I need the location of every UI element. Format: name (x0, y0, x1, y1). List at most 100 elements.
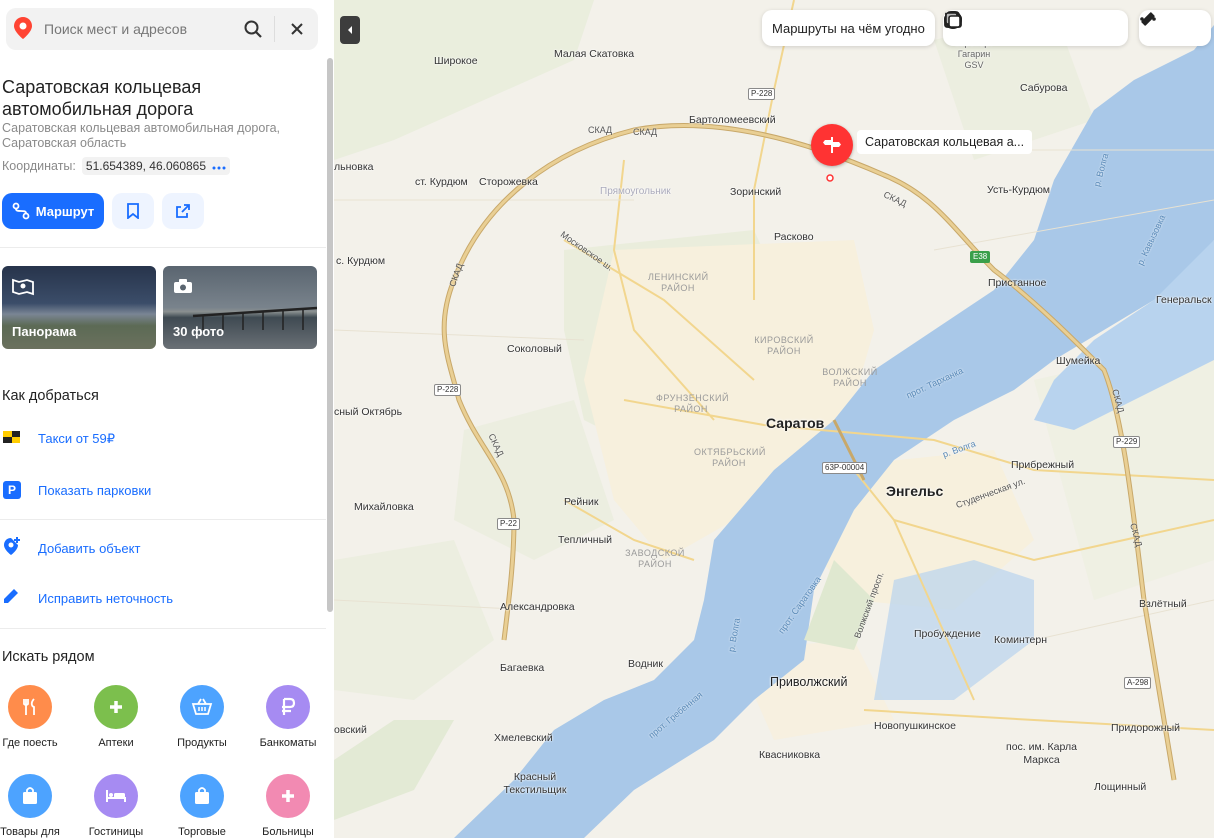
map-label-khmelevskiy: Хмелевский (494, 732, 553, 744)
map-label-pryamougolnik: Прямоугольник (600, 186, 671, 197)
map-label-bagaevka: Багаевка (500, 662, 545, 674)
map-label-kvasnikovka: Квасниковка (759, 749, 821, 761)
place-address: Саратовская кольцевая автомобильная доро… (2, 121, 281, 150)
nearby-pharmacy[interactable]: Аптеки (74, 685, 158, 750)
photos-thumbnail[interactable]: 30 фото (163, 266, 317, 349)
parking-link[interactable]: P Показать парковки (2, 478, 151, 502)
coordinates-value-box[interactable]: 51.654389, 46.060865 (81, 157, 231, 175)
map-label-ust-kurdyum: Усть-Курдюм (987, 184, 1050, 196)
search-divider (274, 16, 275, 42)
taxi-link[interactable]: Такси от 59₽ (2, 427, 115, 452)
place-title: Саратовская кольцевая автомобильная доро… (2, 77, 202, 119)
map-label-teplichny: Тепличный (558, 534, 613, 546)
road-shield-p22: Р-22 (497, 518, 520, 530)
map-label-saburova: Сабурова (1020, 82, 1068, 94)
yandex-maps-app: Широкое Малая Скатовка Бартоломеевский З… (0, 0, 1214, 838)
nearby-hotels[interactable]: Гостиницы (74, 774, 158, 838)
fix-error-label: Исправить неточность (38, 590, 173, 606)
chevron-left-icon (348, 26, 352, 34)
road-skad-1: СКАД (588, 125, 613, 135)
map-label-s-kurdyum: с. Курдюм (336, 255, 386, 267)
bed-icon (94, 774, 138, 818)
route-button[interactable]: Маршрут (2, 193, 104, 229)
add-object-link[interactable]: Добавить объект (2, 536, 140, 561)
taxi-label: Такси от 59₽ (38, 431, 116, 446)
search-box (6, 8, 318, 50)
collapse-sidebar-button[interactable] (340, 16, 360, 44)
shopping-bag-icon (8, 774, 52, 818)
nearby-groceries[interactable]: Продукты (160, 685, 244, 750)
map-label-raskovo: Расково (774, 231, 814, 243)
map-district-kirovskiy: КИРОВСКИЙ РАЙОН (754, 335, 814, 356)
route-icon (12, 202, 30, 220)
share-button[interactable] (162, 193, 204, 229)
fix-error-link[interactable]: Исправить неточность (2, 586, 173, 610)
road-shield-e38: E38 (970, 251, 991, 263)
map-label-karla-marksa: пос. им. Карла Маркса (1006, 741, 1077, 766)
map-label-pridorozhny: Придорожный (1111, 722, 1181, 734)
photos-label: 30 фото (173, 324, 225, 339)
map-label-sokolovy: Соколовый (507, 343, 562, 355)
map-district-oktyabrskiy: ОКТЯБРЬСКИЙ РАЙОН (694, 447, 766, 468)
nearby-food[interactable]: Где поесть (0, 685, 72, 750)
panorama-label: Панорама (12, 324, 77, 339)
map-city-saratov: Саратов (766, 415, 825, 431)
taxi-icon (2, 427, 22, 452)
map-label-probuzhdenie: Пробуждение (914, 628, 981, 640)
map-label-malaya-skatovka: Малая Скатовка (554, 48, 635, 60)
parking-icon: P (3, 481, 21, 499)
divider (0, 519, 326, 520)
nearby-malls[interactable]: Торговые центры (160, 774, 244, 838)
sidebar-scrollbar-thumb[interactable] (327, 58, 333, 612)
map-town-privolzhskiy: Приволжский (770, 675, 848, 689)
map-label-novopushkinskoe: Новопушкинское (874, 720, 956, 732)
road-shield-63p: 63Р-00004 (822, 462, 868, 474)
parking-label: Показать парковки (38, 482, 152, 498)
map-district-zavodskoy: ЗАВОДСКОЙ РАЙОН (625, 548, 685, 569)
map-district-volzhskiy: ВОЛЖСКИЙ РАЙОН (822, 367, 878, 388)
map-label-mikhaylovka: Михайловка (354, 501, 414, 513)
bookmark-icon (127, 203, 139, 219)
map-label-shirokoe: Широкое (434, 55, 478, 67)
pin-label[interactable]: Саратовская кольцевая а... (857, 130, 1033, 154)
search-input[interactable] (44, 18, 234, 40)
nearby-pharmacy-label: Аптеки (98, 737, 134, 749)
routes-anywhere-button[interactable]: Маршруты на чём угодно (762, 10, 935, 46)
basket-icon (180, 685, 224, 729)
panorama-icon (12, 278, 34, 301)
coordinates-more-icon[interactable] (212, 159, 226, 173)
divider (0, 628, 326, 629)
map-label-shumeyka: Шумейка (1056, 355, 1101, 367)
map-district-leninskiy: ЛЕНИНСКИЙ РАЙОН (648, 272, 709, 293)
ruble-icon (266, 685, 310, 729)
nearby-atm-label: Банкоматы (259, 737, 317, 749)
pharmacy-icon (94, 685, 138, 729)
map-label-reynik: Рейник (564, 496, 599, 508)
nearby-atm[interactable]: Банкоматы (246, 685, 330, 750)
map-label-krasny-tekstilshchik: Красный Текстильщик (503, 771, 567, 796)
map-district-frunzenskiy: ФРУНЗЕНСКИЙ РАЙОН (656, 393, 729, 414)
map-label-storozhevka: Сторожевка (479, 176, 538, 188)
location-marker-icon (14, 17, 32, 39)
add-object-label: Добавить объект (38, 540, 141, 556)
nearby-hospitals[interactable]: Больницы (246, 774, 330, 838)
add-location-icon (2, 536, 22, 561)
map-label-pristannoe: Пристанное (988, 277, 1047, 289)
map-tools-toolbar (1139, 10, 1211, 46)
map-label-vzletny: Взлётный (1139, 598, 1187, 610)
bookmark-button[interactable] (112, 193, 154, 229)
nearby-home-goods[interactable]: Товары для дома (0, 774, 72, 838)
nearby-groceries-label: Продукты (177, 737, 227, 749)
place-sidebar: Саратовская кольцевая автомобильная доро… (0, 0, 334, 838)
directions-heading: Как добраться (2, 388, 99, 404)
search-icon[interactable] (242, 18, 264, 40)
map-canvas[interactable]: Широкое Малая Скатовка Бартоломеевский З… (334, 0, 1214, 838)
food-icon (8, 685, 52, 729)
map-label-generalsk: Генеральск (1156, 294, 1212, 306)
location-pin-icon[interactable] (811, 124, 853, 166)
map-layers-toolbar (943, 10, 1128, 46)
map-city-engels: Энгельс (886, 483, 944, 499)
close-icon[interactable] (286, 18, 308, 40)
nearby-food-label: Где поесть (2, 737, 58, 749)
panorama-thumbnail[interactable]: Панорама (2, 266, 156, 349)
